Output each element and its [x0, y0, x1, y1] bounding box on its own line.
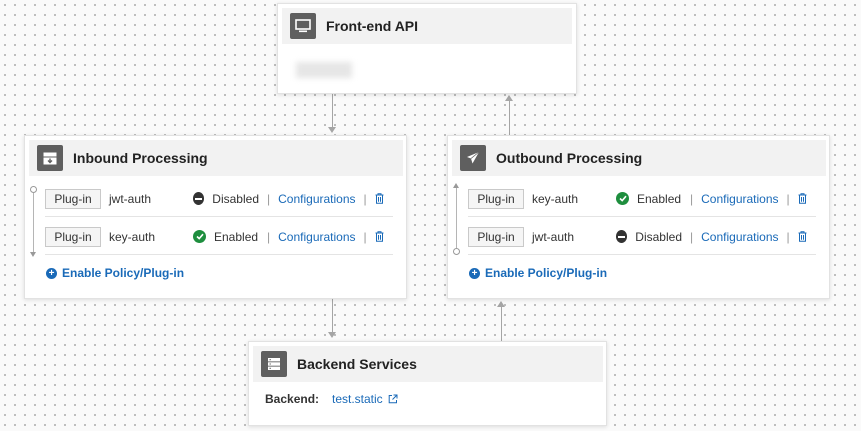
enable-policy-plugin-link[interactable]: + Enable Policy/Plug-in: [469, 266, 607, 280]
plugin-tag: Plug-in: [45, 226, 101, 247]
connector-backend-to-outbound: [501, 307, 502, 342]
plugin-name: jwt-auth: [109, 191, 152, 206]
track-start-dot: [30, 186, 37, 193]
plugin-row-key-auth: Plug-in key-auth Enabled | Configuration…: [468, 181, 816, 217]
arrow-up-icon: [505, 95, 513, 101]
backend-services-card: Backend Services Backend: test.static: [248, 341, 607, 426]
card-title: Inbound Processing: [73, 150, 208, 166]
card-title: Backend Services: [297, 356, 417, 372]
server-icon: [261, 351, 287, 377]
status-enabled: Enabled: [616, 192, 682, 206]
plus-circle-icon: +: [469, 267, 480, 279]
trash-icon[interactable]: [375, 193, 384, 204]
enable-policy-label: Enable Policy/Plug-in: [62, 266, 185, 280]
plugin-row-key-auth: Plug-in key-auth Enabled | Configuration…: [45, 219, 393, 255]
external-link-icon[interactable]: [388, 394, 398, 404]
plus-circle-icon: +: [46, 267, 57, 279]
card-title: Front-end API: [326, 18, 419, 34]
configurations-link[interactable]: Configurations: [278, 230, 355, 244]
configurations-link[interactable]: Configurations: [701, 192, 778, 206]
separator: |: [786, 191, 790, 206]
card-header: Backend Services: [253, 346, 603, 382]
disabled-icon: [193, 192, 205, 205]
trash-icon[interactable]: [798, 231, 807, 242]
status-disabled: Disabled: [193, 192, 259, 206]
redacted-value: [296, 62, 352, 78]
arrow-down-icon: [328, 332, 336, 338]
monitor-icon: [290, 13, 316, 39]
status-label: Disabled: [212, 191, 259, 206]
connector-outbound-to-frontend: [509, 101, 510, 136]
configurations-link[interactable]: Configurations: [701, 230, 778, 244]
separator: |: [363, 229, 367, 244]
paper-plane-icon: [460, 145, 486, 171]
order-track: [456, 188, 457, 248]
plugin-row-jwt-auth: Plug-in jwt-auth Disabled | Configuratio…: [45, 181, 393, 217]
enable-policy-label: Enable Policy/Plug-in: [485, 266, 608, 280]
separator: |: [690, 191, 694, 206]
card-header: Inbound Processing: [29, 140, 403, 176]
arrow-up-icon: [497, 301, 505, 307]
order-track: [33, 193, 34, 252]
configurations-link[interactable]: Configurations: [278, 192, 355, 206]
plugin-tag: Plug-in: [468, 226, 524, 247]
outbound-processing-card: Outbound Processing Plug-in key-auth Ena…: [447, 135, 830, 299]
enable-policy-plugin-link[interactable]: + Enable Policy/Plug-in: [46, 266, 184, 280]
plugin-name: key-auth: [532, 191, 579, 206]
plugin-tag: Plug-in: [45, 188, 101, 209]
status-label: Enabled: [637, 191, 682, 206]
status-disabled: Disabled: [616, 230, 682, 244]
card-title: Outbound Processing: [496, 150, 643, 166]
inbox-download-icon: [37, 145, 63, 171]
plugin-row-jwt-auth: Plug-in jwt-auth Disabled | Configuratio…: [468, 219, 816, 255]
plugin-tag: Plug-in: [468, 188, 524, 209]
card-header: Outbound Processing: [452, 140, 826, 176]
check-icon: [616, 192, 629, 205]
separator: |: [786, 229, 790, 244]
card-header: Front-end API: [282, 8, 572, 44]
arrow-down-icon: [328, 127, 336, 133]
check-icon: [193, 230, 206, 243]
trash-icon[interactable]: [798, 193, 807, 204]
plugin-name: key-auth: [109, 229, 156, 244]
disabled-icon: [616, 230, 628, 243]
status-label: Disabled: [635, 229, 682, 244]
plugin-name: jwt-auth: [532, 229, 575, 244]
inbound-processing-card: Inbound Processing Plug-in jwt-auth Disa…: [24, 135, 407, 299]
status-label: Enabled: [214, 229, 259, 244]
frontend-api-card: Front-end API: [277, 3, 577, 94]
separator: |: [267, 191, 271, 206]
trash-icon[interactable]: [375, 231, 384, 242]
separator: |: [690, 229, 694, 244]
backend-label: Backend:: [265, 392, 320, 406]
status-enabled: Enabled: [193, 230, 259, 244]
separator: |: [363, 191, 367, 206]
connector-inbound-to-backend: [332, 299, 333, 333]
arrow-down-icon: [30, 252, 36, 257]
backend-link[interactable]: test.static: [332, 392, 383, 406]
backend-info: Backend: test.static: [265, 392, 398, 406]
track-end-dot: [453, 248, 460, 255]
connector-frontend-to-inbound: [332, 94, 333, 128]
separator: |: [267, 229, 271, 244]
